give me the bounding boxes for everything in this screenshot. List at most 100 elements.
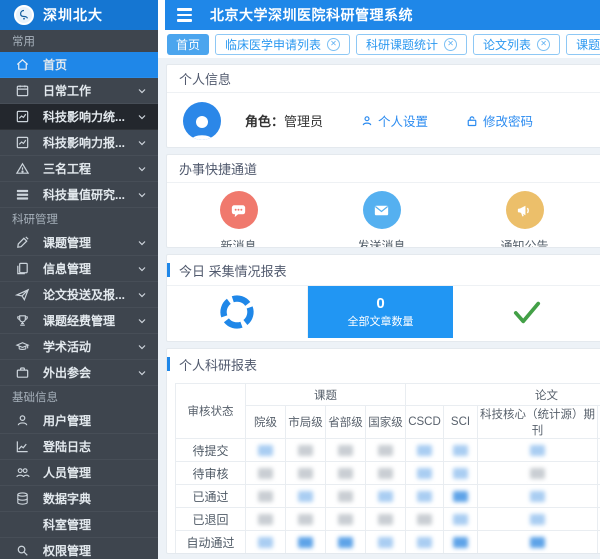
table-row: 待审核 bbox=[176, 462, 600, 485]
sidebar-item-data-dictionary[interactable]: 数据字典 bbox=[0, 486, 158, 512]
sidebar-item-tech-influence-report[interactable]: 科技影响力报... bbox=[0, 130, 158, 156]
close-icon[interactable]: ✕ bbox=[537, 38, 550, 51]
sidebar-item-label: 外出参会 bbox=[43, 364, 136, 381]
pen-icon bbox=[14, 235, 30, 251]
redacted-cell[interactable] bbox=[366, 531, 406, 554]
sidebar-item-login-log[interactable]: 登陆日志 bbox=[0, 434, 158, 460]
sidebar-item-department-mgmt[interactable]: 科室管理 bbox=[0, 512, 158, 538]
redacted-cell[interactable] bbox=[478, 462, 598, 485]
logo-text: 深圳北大 bbox=[43, 5, 103, 25]
sidebar-item-sanming-project[interactable]: 三名工程 bbox=[0, 156, 158, 182]
redacted-cell[interactable] bbox=[366, 439, 406, 462]
new-message-shortcut[interactable]: 新消息 bbox=[167, 191, 310, 248]
redacted-cell[interactable] bbox=[406, 508, 444, 531]
redacted-cell[interactable] bbox=[366, 462, 406, 485]
sidebar-item-label: 登陆日志 bbox=[43, 438, 148, 455]
sidebar-item-daily-work[interactable]: 日常工作 bbox=[0, 78, 158, 104]
redacted-cell[interactable] bbox=[366, 485, 406, 508]
change-password-link[interactable]: 修改密码 bbox=[466, 111, 533, 130]
sidebar-section-research-mgmt: 科研管理 bbox=[0, 208, 158, 230]
col-header: SCI bbox=[444, 406, 478, 439]
redacted-cell[interactable] bbox=[406, 462, 444, 485]
redacted-cell[interactable] bbox=[326, 531, 366, 554]
redacted-cell[interactable] bbox=[246, 439, 286, 462]
tab-research-topic-stats[interactable]: 科研课题统计✕ bbox=[356, 34, 467, 55]
sidebar-item-info-mgmt[interactable]: 信息管理 bbox=[0, 256, 158, 282]
sidebar-item-personnel-mgmt[interactable]: 人员管理 bbox=[0, 460, 158, 486]
sidebar-item-user-mgmt[interactable]: 用户管理 bbox=[0, 408, 158, 434]
redacted-cell[interactable] bbox=[326, 485, 366, 508]
sidebar-item-academic-activity[interactable]: 学术活动 bbox=[0, 334, 158, 360]
alert-triangle-icon bbox=[14, 161, 30, 177]
redacted-cell[interactable] bbox=[326, 462, 366, 485]
redacted-cell[interactable] bbox=[246, 462, 286, 485]
total-articles-stat[interactable]: 0 全部文章数量 bbox=[308, 286, 453, 338]
redacted-cell[interactable] bbox=[478, 439, 598, 462]
collection-spinner-cell[interactable] bbox=[167, 286, 308, 338]
row-label: 已通过 bbox=[176, 485, 246, 508]
redacted-cell[interactable] bbox=[478, 485, 598, 508]
notice-announcement-shortcut[interactable]: 通知公告 bbox=[453, 191, 596, 248]
redacted-cell[interactable] bbox=[246, 485, 286, 508]
sidebar-item-topic-funding[interactable]: 课题经费管理 bbox=[0, 308, 158, 334]
tab-label: 论文列表 bbox=[483, 36, 531, 53]
card-title-row: 今日 采集情况报表 bbox=[167, 255, 600, 285]
sidebar-item-label: 科技量值研究... bbox=[43, 186, 136, 203]
redacted-cell[interactable] bbox=[326, 508, 366, 531]
redacted-cell[interactable] bbox=[406, 439, 444, 462]
tab-home[interactable]: 首页 bbox=[167, 34, 209, 55]
sidebar-item-tech-influence-stats[interactable]: 科技影响力统... bbox=[0, 104, 158, 130]
tab-paper-list[interactable]: 论文列表 ✕ bbox=[473, 34, 560, 55]
redacted-cell[interactable] bbox=[286, 485, 326, 508]
loading-spinner-icon bbox=[213, 288, 262, 337]
col-header: 院级 bbox=[246, 406, 286, 439]
chevron-down-icon bbox=[136, 315, 148, 327]
redacted-cell[interactable] bbox=[286, 531, 326, 554]
redacted-cell[interactable] bbox=[444, 508, 478, 531]
trophy-icon bbox=[14, 313, 30, 329]
sidebar-item-label: 科室管理 bbox=[43, 516, 148, 533]
redacted-cell[interactable] bbox=[246, 508, 286, 531]
menu-toggle-icon[interactable] bbox=[177, 8, 192, 22]
sidebar-item-topic-mgmt[interactable]: 课题管理 bbox=[0, 230, 158, 256]
collection-success-cell[interactable] bbox=[453, 286, 600, 338]
chart-line-icon bbox=[14, 439, 30, 455]
sidebar-item-permission-mgmt[interactable]: 权限管理 bbox=[0, 538, 158, 559]
redacted-cell[interactable] bbox=[286, 508, 326, 531]
personal-research-report-card: 个人科研报表 审核状态 课题 论文 院级 市局级 省部级 bbox=[166, 348, 600, 554]
list-icon bbox=[14, 187, 30, 203]
col-header: 国家级 bbox=[366, 406, 406, 439]
chevron-down-icon bbox=[136, 263, 148, 275]
tab-clinical-medicine-list[interactable]: 临床医学申请列表 ✕ bbox=[215, 34, 350, 55]
redacted-cell[interactable] bbox=[478, 508, 598, 531]
chevron-down-icon bbox=[136, 341, 148, 353]
table-row: 已退回 bbox=[176, 508, 600, 531]
sidebar-item-home[interactable]: 首页 bbox=[0, 52, 158, 78]
redacted-cell[interactable] bbox=[246, 531, 286, 554]
sidebar-item-paper-submission[interactable]: 论文投送及报... bbox=[0, 282, 158, 308]
close-icon[interactable]: ✕ bbox=[444, 38, 457, 51]
redacted-cell[interactable] bbox=[444, 485, 478, 508]
close-icon[interactable]: ✕ bbox=[327, 38, 340, 51]
redacted-cell[interactable] bbox=[286, 439, 326, 462]
tab-topic-expense-report[interactable]: 课题费用报表✕ bbox=[566, 34, 600, 55]
redacted-cell[interactable] bbox=[366, 508, 406, 531]
redacted-cell[interactable] bbox=[406, 485, 444, 508]
redacted-cell[interactable] bbox=[406, 531, 444, 554]
personal-settings-link[interactable]: 个人设置 bbox=[361, 111, 428, 130]
card-title: 个人信息 bbox=[167, 65, 600, 93]
send-message-shortcut[interactable]: 发送消息 bbox=[310, 191, 453, 248]
sidebar-item-tech-value-research[interactable]: 科技量值研究... bbox=[0, 182, 158, 208]
search-icon bbox=[14, 543, 30, 559]
redacted-cell[interactable] bbox=[444, 462, 478, 485]
redacted-cell[interactable] bbox=[478, 531, 598, 554]
sidebar-item-label: 课题经费管理 bbox=[43, 312, 136, 329]
tab-label: 临床医学申请列表 bbox=[225, 36, 321, 53]
shortcut-label: 通知公告 bbox=[500, 237, 548, 248]
sidebar-item-outbound-meeting[interactable]: 外出参会 bbox=[0, 360, 158, 386]
redacted-cell[interactable] bbox=[444, 439, 478, 462]
redacted-cell[interactable] bbox=[326, 439, 366, 462]
redacted-cell[interactable] bbox=[286, 462, 326, 485]
row-label: 待提交 bbox=[176, 439, 246, 462]
redacted-cell[interactable] bbox=[444, 531, 478, 554]
